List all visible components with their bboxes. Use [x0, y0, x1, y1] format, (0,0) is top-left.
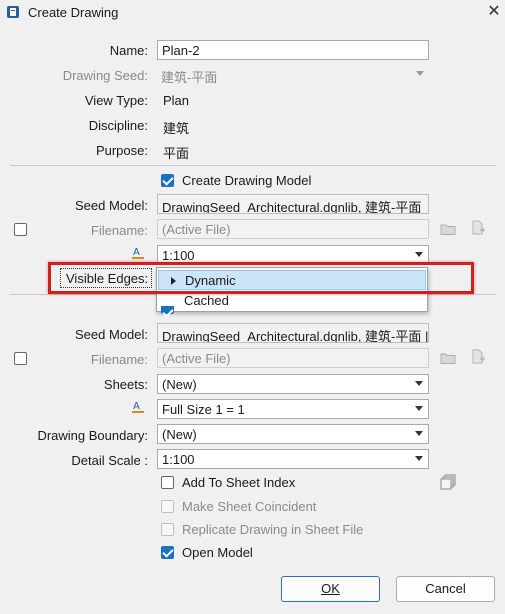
ok-button[interactable]: OK: [281, 576, 380, 602]
chevron-down-icon: [415, 456, 423, 461]
purpose-value: 平面: [163, 146, 190, 161]
folder-icon: [440, 224, 456, 235]
annotation-scale-icon: A: [132, 401, 144, 413]
ok-button-label: OK: [321, 581, 340, 596]
chevron-down-icon: [416, 71, 424, 76]
drawing-boundary-label: Drawing Boundary:: [37, 428, 148, 443]
filename-field: (Active File): [157, 219, 429, 239]
sheet-filename-label: Filename:: [90, 352, 148, 367]
replicate-drawing-label: Replicate Drawing in Sheet File: [182, 522, 364, 537]
sheet-size-value: Full Size 1 = 1: [162, 402, 245, 417]
seed-model-label: Seed Model:: [75, 198, 148, 213]
svg-text:A: A: [133, 401, 140, 412]
cancel-button-label: Cancel: [425, 581, 466, 596]
detail-scale-select[interactable]: 1:100: [157, 449, 429, 469]
visible-edges-option-cached[interactable]: Cached: [158, 291, 426, 311]
replicate-drawing-checkbox: [161, 523, 174, 536]
option-label: Cached: [184, 293, 229, 308]
new-file-icon: [472, 220, 485, 235]
view-type-label: View Type:: [84, 93, 148, 108]
sheets-label: Sheets:: [103, 377, 148, 392]
sheet-seed-model-field[interactable]: DrawingSeed_Architectural.dgnlib, 建筑-平面 …: [157, 323, 429, 343]
filename-label: Filename:: [90, 223, 148, 238]
name-input[interactable]: Plan-2: [157, 40, 429, 60]
discipline-label: Discipline:: [88, 118, 148, 133]
annotation-scale-value: 1:100: [162, 248, 195, 263]
create-sheet-model-checkbox[interactable]: [161, 306, 174, 314]
create-drawing-model-label: Create Drawing Model: [182, 173, 312, 188]
seed-model-field[interactable]: DrawingSeed_Architectural.dgnlib, 建筑-平面: [157, 194, 429, 214]
close-icon[interactable]: ✕: [484, 2, 504, 22]
drawing-boundary-select[interactable]: (New): [157, 424, 429, 444]
cancel-button[interactable]: Cancel: [396, 576, 495, 602]
detail-scale-value: 1:100: [162, 452, 195, 467]
chevron-down-icon: [415, 252, 423, 257]
window-title: Create Drawing: [28, 5, 119, 20]
chevron-down-icon: [415, 381, 423, 386]
sheets-value: (New): [162, 377, 197, 392]
sheet-size-select[interactable]: Full Size 1 = 1: [157, 399, 429, 419]
make-sheet-coincident-checkbox: [161, 500, 174, 513]
sheet-filename-field: (Active File): [157, 348, 429, 368]
app-icon: [7, 6, 19, 18]
folder-icon: [440, 353, 456, 364]
section-divider: [10, 165, 496, 166]
svg-text:A: A: [133, 247, 140, 258]
drawing-seed-select[interactable]: 建筑-平面: [157, 65, 429, 85]
view-type-value: Plan: [163, 93, 190, 108]
drawing-boundary-value: (New): [162, 427, 197, 442]
purpose-label: Purpose:: [95, 143, 148, 158]
drawing-seed-value: 建筑-平面: [161, 70, 218, 85]
sheet-index-icon[interactable]: [440, 474, 456, 490]
drawing-seed-label: Drawing Seed:: [62, 68, 148, 83]
discipline-value: 建筑: [163, 121, 190, 136]
chevron-down-icon: [415, 406, 423, 411]
new-file-icon: [472, 349, 485, 364]
title-bar: Create Drawing ✕: [0, 0, 505, 26]
chevron-down-icon: [415, 431, 423, 436]
name-label: Name:: [109, 43, 148, 58]
open-model-label: Open Model: [182, 545, 253, 560]
add-to-sheet-index-label: Add To Sheet Index: [182, 475, 296, 490]
highlight-box: [48, 262, 474, 294]
annotation-scale-icon: A: [132, 247, 144, 259]
sheets-select[interactable]: (New): [157, 374, 429, 394]
create-drawing-model-checkbox[interactable]: [161, 174, 174, 187]
add-to-sheet-index-checkbox[interactable]: [161, 476, 174, 489]
detail-scale-label: Detail Scale :: [71, 453, 148, 468]
sheet-seed-model-label: Seed Model:: [75, 327, 148, 342]
open-model-checkbox[interactable]: [161, 546, 174, 559]
make-sheet-coincident-label: Make Sheet Coincident: [182, 499, 317, 514]
